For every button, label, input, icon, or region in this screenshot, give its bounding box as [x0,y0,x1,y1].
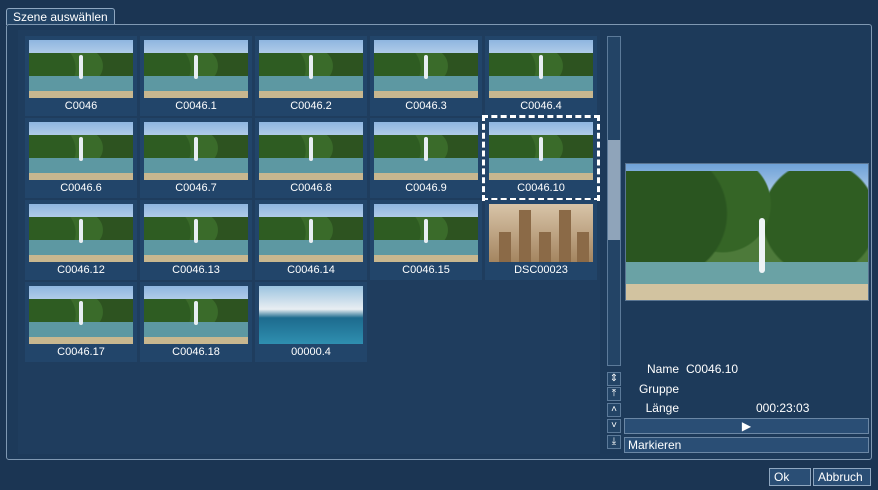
scene-label: C0046.7 [175,182,217,194]
scene-label: C0046.17 [57,346,105,358]
scene-thumbnail [374,204,478,262]
scene-label: 00000.4 [291,346,331,358]
scene-tile[interactable]: C0046.4 [485,36,597,116]
scene-thumbnail [259,40,363,98]
scene-thumbnail [374,122,478,180]
scene-label: C0046.10 [517,182,565,194]
mark-button[interactable]: Markieren [624,437,869,453]
scene-label: C0046.3 [405,100,447,112]
scene-tile[interactable]: C0046.18 [140,282,252,362]
scene-tile[interactable]: C0046.15 [370,200,482,280]
scroll-top-icon[interactable]: ⤒ [607,387,621,401]
scene-label: C0046.1 [175,100,217,112]
scene-thumbnail [29,122,133,180]
updown-arrows-icon[interactable]: ⇕ [607,372,621,386]
scene-tile[interactable]: DSC00023 [485,200,597,280]
scene-thumbnail [144,40,248,98]
scroll-up-icon[interactable]: ˄ [607,403,621,417]
ok-button[interactable]: Ok [769,468,811,486]
scene-tile[interactable]: C0046.13 [140,200,252,280]
scene-tile[interactable]: C0046.10 [482,115,600,201]
scene-tile[interactable]: C0046.17 [25,282,137,362]
scene-thumbnail [29,286,133,344]
play-button[interactable]: ▶ [624,418,869,434]
scene-preview-image [625,163,869,301]
scene-thumbnail [489,204,593,262]
scene-grid: C0046 C0046.1 C0046.2 C0046.3 C0046.4 C0046.6… [18,30,600,454]
scene-label: C0046.14 [287,264,335,276]
scene-label: C0046.4 [520,100,562,112]
scene-thumbnail [29,40,133,98]
scene-tile[interactable]: C0046.2 [255,36,367,116]
scene-thumbnail [259,204,363,262]
scene-label: C0046.2 [290,100,332,112]
scene-label: C0046.15 [402,264,450,276]
group-label: Gruppe [638,382,679,396]
scene-tile[interactable]: C0046.7 [140,118,252,198]
name-label: Name [646,362,679,376]
scene-thumbnail [374,40,478,98]
length-value: 000:23:03 [756,401,810,415]
window-title-tab: Szene auswählen [6,8,115,25]
scene-tile[interactable]: C0046 [25,36,137,116]
scene-label: DSC00023 [514,264,568,276]
length-label: Länge [645,401,679,415]
scene-label: C0046.12 [57,264,105,276]
cancel-button[interactable]: Abbruch [813,468,871,486]
scene-label: C0046.18 [172,346,220,358]
scene-label: C0046.6 [60,182,102,194]
name-value: C0046.10 [686,362,739,376]
scroll-bottom-icon[interactable]: ⤓ [607,435,621,449]
scene-tile[interactable]: C0046.6 [25,118,137,198]
scene-label: C0046.8 [290,182,332,194]
scene-thumbnail [29,204,133,262]
scene-thumbnail [489,122,593,180]
scene-label: C0046 [64,100,98,112]
scene-thumbnail [144,286,248,344]
scene-tile[interactable]: C0046.8 [255,118,367,198]
scene-tile[interactable]: C0046.1 [140,36,252,116]
scroll-down-icon[interactable]: ˅ [607,419,621,433]
scene-label: C0046.9 [405,182,447,194]
scene-thumbnail [259,122,363,180]
scene-thumbnail [489,40,593,98]
scrollbar-thumb[interactable] [608,140,620,240]
scene-thumbnail [144,204,248,262]
scene-tile[interactable]: C0046.12 [25,200,137,280]
scene-label: C0046.13 [172,264,220,276]
scene-tile[interactable]: 00000.4 [255,282,367,362]
scene-tile[interactable]: C0046.14 [255,200,367,280]
scene-thumbnail [259,286,363,344]
scene-tile[interactable]: C0046.9 [370,118,482,198]
scene-tile[interactable]: C0046.3 [370,36,482,116]
scene-thumbnail [144,122,248,180]
